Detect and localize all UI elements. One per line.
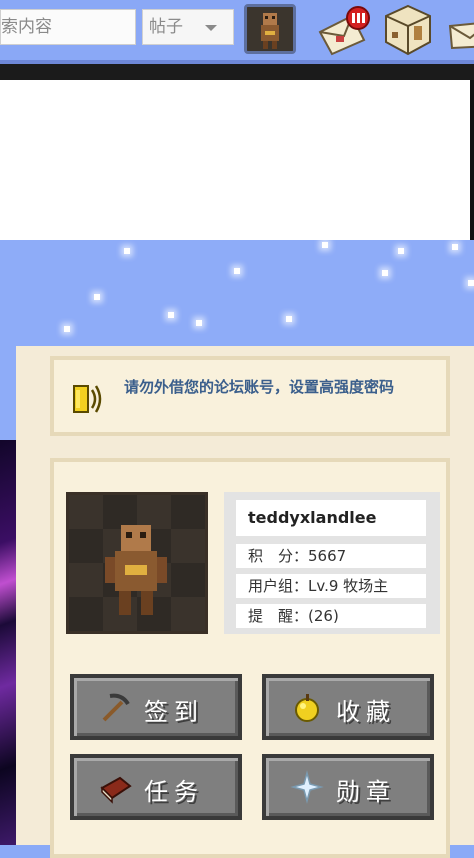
avatar[interactable] [66,492,208,634]
star [234,268,240,274]
star [322,242,328,248]
tasks-label: 任务 [144,778,204,806]
signin-label: 签到 [144,698,204,726]
nether-star-icon [290,770,324,804]
points-row: 积 分：5667 [236,544,426,568]
points-value: 5667 [308,547,347,565]
envelope-icon [448,22,474,50]
search-input[interactable]: 索内容 [0,9,136,45]
messages-button[interactable] [316,2,372,56]
star [468,280,474,286]
pickaxe-icon [102,693,130,722]
star [398,248,404,254]
profile-card: teddyxlandlee 积 分：5667 用户组：Lv.9 牧场主 提 醒：… [50,458,450,858]
favorites-button[interactable]: 收藏 [262,674,434,740]
user-avatar-icon [247,7,293,51]
user-info-panel: teddyxlandlee 积 分：5667 用户组：Lv.9 牧场主 提 醒：… [224,492,440,634]
group-value[interactable]: Lv.9 牧场主 [308,577,388,595]
star [196,320,202,326]
group-label: 用户组： [248,577,309,595]
star [286,316,292,322]
reminder-row: 提 醒：(26) [236,604,426,628]
search-type-select[interactable]: 帖子 [142,9,234,45]
search-type-label: 帖子 [149,17,183,37]
reminder-label: 提 醒： [248,607,309,625]
star [124,248,130,254]
chevron-down-icon [205,25,217,31]
medals-label: 勋章 [336,778,396,806]
star [382,270,388,276]
package-icon [385,4,431,56]
favorites-label: 收藏 [336,698,396,726]
points-label: 积 分： [248,547,309,565]
top-bar: 索内容 帖子 [0,0,474,64]
notice-text: 请勿外借您的论坛账号，设置高强度密码 [124,378,395,396]
top-bar-border [0,64,474,80]
book-icon [100,776,132,804]
star [452,244,458,250]
reminder-value[interactable]: (26) [308,607,339,625]
scroll-edge [470,80,474,240]
star [64,326,70,332]
more-button[interactable] [446,2,474,56]
user-avatar-button[interactable] [244,4,296,54]
golden-apple-icon [295,694,319,722]
envelope-icon [318,6,370,56]
signin-button[interactable]: 签到 [70,674,242,740]
notice-box: 请勿外借您的论坛账号，设置高强度密码 [50,356,450,436]
tasks-button[interactable]: 任务 [70,754,242,820]
group-row: 用户组：Lv.9 牧场主 [236,574,426,598]
content-panel [0,80,474,240]
star [94,294,100,300]
avatar-image [69,495,205,631]
star [168,312,174,318]
speaker-icon [73,385,102,413]
user-sidebar: 请勿外借您的论坛账号，设置高强度密码 teddyxlandlee 积 分：566… [16,346,474,858]
username[interactable]: teddyxlandlee [236,500,426,536]
notifications-button[interactable] [380,2,436,56]
medals-button[interactable]: 勋章 [262,754,434,820]
